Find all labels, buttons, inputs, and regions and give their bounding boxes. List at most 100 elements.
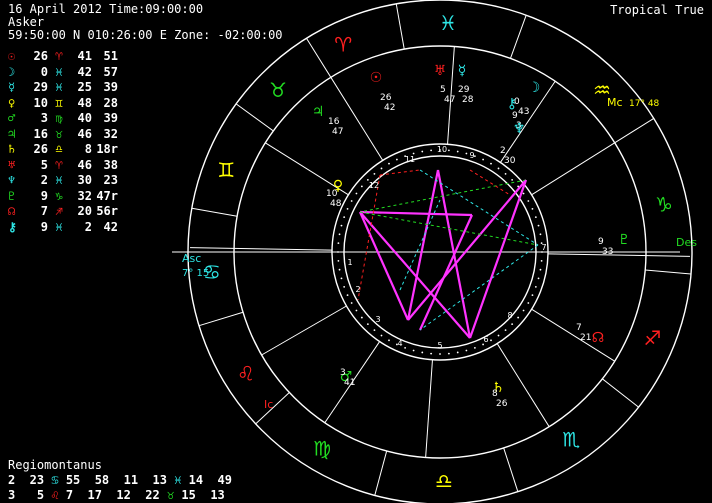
house-cusp-line <box>425 359 433 458</box>
planet-wheel-minute: 41 <box>344 378 355 388</box>
degree-tick <box>504 329 507 332</box>
degree-tick <box>380 167 383 170</box>
house-number: 2 <box>355 285 360 294</box>
aspect-line <box>359 210 473 217</box>
degree-tick <box>504 172 507 175</box>
degree-tick <box>447 149 450 152</box>
sign-division-line <box>374 450 388 496</box>
degree-tick <box>355 192 358 195</box>
house-number: 4 <box>397 339 402 348</box>
planet-wheel-degree: 8 <box>492 389 498 399</box>
zodiac-sign-icon: ♍ <box>313 436 331 460</box>
zodiac-sign-icon: ♊ <box>217 158 235 182</box>
zodiac-sign-icon: ♌ <box>237 361 255 385</box>
house-cusp-line <box>261 305 347 356</box>
planet-wheel-icon: ♇ <box>618 232 631 248</box>
zodiac-sign-icon: ♑ <box>655 192 673 216</box>
degree-tick <box>430 352 433 355</box>
house-number: 3 <box>375 315 380 324</box>
degree-tick <box>343 216 346 219</box>
degree-tick <box>517 316 520 319</box>
midheaven-degree: 17° 48 <box>629 99 660 109</box>
degree-tick <box>373 172 376 175</box>
planet-wheel-icon: ♅ <box>434 63 447 79</box>
descendant-label: Des <box>676 236 697 249</box>
degree-tick <box>346 294 349 297</box>
planet-wheel-degree: 9 <box>598 237 604 247</box>
degree-tick <box>527 200 530 202</box>
house-number: 10 <box>437 145 447 154</box>
planet-wheel-minute: 26 <box>496 399 508 409</box>
degree-tick <box>534 285 537 288</box>
planet-wheel-minute: 33 <box>602 247 613 257</box>
degree-tick <box>404 346 407 349</box>
planet-wheel-degree: 3 <box>340 368 346 378</box>
degree-tick <box>360 316 363 319</box>
planet-wheel-degree: 9 <box>512 111 518 121</box>
degree-tick <box>439 353 441 355</box>
aspect-line <box>469 169 511 196</box>
degree-tick <box>340 224 343 227</box>
degree-tick <box>338 268 341 271</box>
aspect-line <box>359 179 527 213</box>
house-number: 7 <box>541 243 546 252</box>
degree-tick <box>340 277 343 280</box>
degree-tick <box>338 233 341 236</box>
degree-tick <box>388 162 390 165</box>
sign-division-line <box>509 15 527 59</box>
sign-division-line <box>198 311 244 327</box>
degree-tick <box>447 352 450 355</box>
sign-division-line <box>614 118 654 144</box>
degree-tick <box>527 302 530 304</box>
sign-division-line <box>235 103 274 132</box>
house-cusp-line <box>496 343 550 427</box>
planet-wheel-degree: 26 <box>380 93 392 103</box>
degree-tick <box>540 259 543 262</box>
degree-tick <box>537 277 540 280</box>
ascendant-degree: 7° 15 <box>182 268 209 279</box>
degree-tick <box>337 242 340 245</box>
degree-tick <box>421 150 424 153</box>
degree-tick <box>412 349 415 352</box>
degree-tick <box>456 351 459 354</box>
planet-wheel-minute: 28 <box>462 95 474 105</box>
house-number: 8 <box>507 311 512 320</box>
aspect-line <box>468 179 528 339</box>
aspect-line <box>419 244 539 331</box>
planet-wheel-icon: ☽ <box>528 80 541 96</box>
degree-tick <box>360 185 363 188</box>
degree-tick <box>337 259 340 262</box>
zodiac-sign-icon: ♈ <box>334 32 352 56</box>
planet-wheel-icon: ☊ <box>592 330 604 346</box>
planet-wheel-icon: ⚷ <box>507 96 517 112</box>
planet-wheel-degree: 29 <box>458 85 470 95</box>
degree-tick <box>490 339 492 342</box>
degree-tick <box>490 162 492 165</box>
degree-tick <box>456 150 459 153</box>
zodiac-sign-icon: ♏ <box>562 428 580 452</box>
sign-division-line <box>191 207 238 217</box>
planet-wheel-minute: 47 <box>332 127 343 137</box>
planet-wheel-degree: 5 <box>440 85 446 95</box>
house-number: 6 <box>483 335 488 344</box>
house-cusp-line <box>531 142 615 196</box>
degree-tick <box>531 207 534 210</box>
planet-wheel-minute: 43 <box>518 107 529 117</box>
zodiac-sign-icon: ♐ <box>643 326 661 350</box>
degree-tick <box>537 224 540 227</box>
degree-tick <box>421 351 424 354</box>
planet-wheel-icon: ☉ <box>370 70 383 86</box>
sign-division-line <box>306 38 332 78</box>
house-number: 9 <box>469 151 474 160</box>
house-cusp-line <box>547 253 690 257</box>
planet-wheel-degree: 10 <box>326 189 338 199</box>
degree-tick <box>388 339 390 342</box>
house-number: 1 <box>347 258 352 267</box>
aspect-line <box>358 211 410 321</box>
degree-tick <box>522 192 525 195</box>
planet-wheel-icon: ☿ <box>458 63 467 79</box>
chart-wheel: ♈♓♒♑♐♏♎♍♌♋♊♉ Asc7° 15Mc 17° 48DesIc☉2642♅… <box>172 0 697 503</box>
planet-wheel-icon: ♃ <box>312 104 325 120</box>
degree-tick <box>511 178 514 181</box>
planet-wheel-minute: 47 <box>444 95 455 105</box>
